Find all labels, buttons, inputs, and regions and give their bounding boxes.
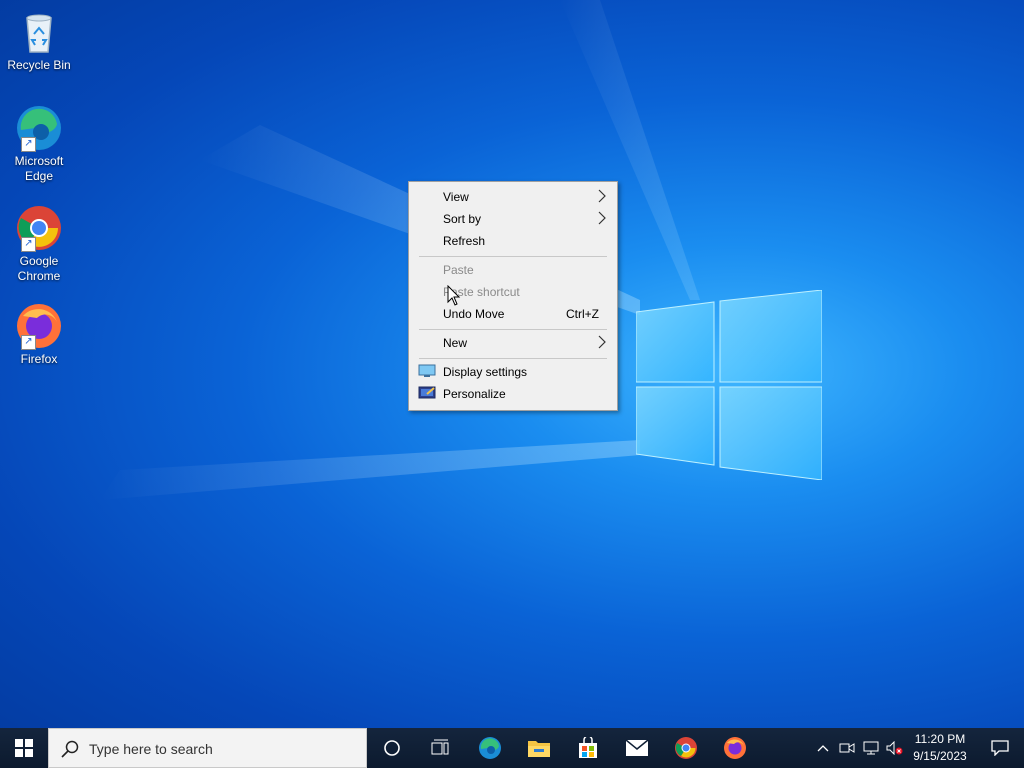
network-icon — [863, 741, 879, 755]
volume-muted-icon — [886, 741, 903, 755]
shortcut-arrow-icon: ↗ — [21, 237, 36, 252]
file-explorer-icon — [528, 741, 550, 757]
menu-item-label: Sort by — [443, 212, 482, 226]
menu-item-undo-move[interactable]: Undo Move Ctrl+Z — [411, 303, 615, 325]
menu-item-new[interactable]: New — [411, 332, 615, 354]
cortana-button[interactable] — [368, 728, 416, 768]
task-view-icon — [431, 739, 449, 755]
desktop-icon-recycle-bin[interactable]: Recycle Bin — [4, 8, 74, 73]
desktop-icon-firefox[interactable]: ↗ Firefox — [4, 302, 74, 367]
mail-icon — [625, 739, 649, 756]
taskbar-store-button[interactable] — [564, 728, 612, 768]
menu-separator — [419, 358, 607, 359]
desktop-icon-label: Microsoft Edge — [14, 154, 64, 183]
desktop-icon-edge[interactable]: ↗ Microsoft Edge — [4, 104, 74, 184]
search-placeholder: Type here to search — [89, 741, 213, 757]
menu-item-label: Undo Move — [443, 307, 505, 321]
menu-separator — [419, 329, 607, 330]
action-center-button[interactable] — [976, 728, 1024, 768]
meet-now-button[interactable] — [836, 728, 858, 768]
search-icon — [61, 740, 79, 758]
shortcut-arrow-icon: ↗ — [21, 335, 36, 350]
menu-item-display-settings[interactable]: Display settings — [411, 361, 615, 383]
windows-logo — [636, 290, 822, 480]
desktop-context-menu: View Sort by Refresh Paste Paste shortcu… — [408, 181, 618, 411]
desktop-icon-label: Firefox — [20, 352, 58, 366]
menu-item-label: Paste — [443, 263, 474, 277]
menu-item-refresh[interactable]: Refresh — [411, 230, 615, 252]
taskbar: Type here to search 11:20 PM 9/15/2023 — [0, 728, 1024, 768]
shortcut-arrow-icon: ↗ — [21, 137, 36, 152]
menu-item-sort-by[interactable]: Sort by — [411, 208, 615, 230]
taskbar-mail-button[interactable] — [613, 728, 661, 768]
volume-button[interactable] — [884, 728, 906, 768]
desktop-icon-chrome[interactable]: ↗ Google Chrome — [4, 204, 74, 284]
cortana-icon — [384, 740, 400, 756]
display-icon — [418, 364, 436, 377]
menu-item-label: Refresh — [443, 234, 486, 248]
menu-item-label: New — [443, 336, 468, 350]
menu-item-shortcut: Ctrl+Z — [566, 307, 599, 321]
menu-item-view[interactable]: View — [411, 186, 615, 208]
taskbar-file-explorer-button[interactable] — [515, 728, 563, 768]
edge-icon — [479, 737, 501, 759]
show-hidden-icons-button[interactable] — [812, 728, 834, 768]
chevron-up-icon — [817, 745, 829, 752]
menu-item-label: View — [443, 190, 469, 204]
mouse-cursor-icon — [447, 285, 461, 306]
menu-item-paste[interactable]: Paste — [411, 259, 615, 281]
search-box[interactable]: Type here to search — [48, 728, 367, 768]
taskbar-clock[interactable]: 11:20 PM 9/15/2023 — [904, 731, 976, 765]
chevron-right-icon — [598, 335, 606, 349]
taskbar-chrome-button[interactable] — [662, 728, 710, 768]
chrome-icon — [675, 737, 697, 759]
menu-item-label: Personalize — [443, 387, 506, 401]
chevron-right-icon — [598, 211, 606, 225]
desktop-icon-label: Google Chrome — [17, 254, 61, 283]
menu-separator — [419, 256, 607, 257]
personalize-icon — [418, 386, 436, 399]
menu-item-personalize[interactable]: Personalize — [411, 383, 615, 405]
desktop-icon-label: Recycle Bin — [7, 58, 71, 72]
meet-now-icon — [839, 743, 855, 753]
clock-time: 11:20 PM — [914, 732, 966, 746]
recycle-bin-icon — [26, 14, 52, 53]
windows-start-icon — [15, 739, 33, 757]
task-view-button[interactable] — [416, 728, 464, 768]
taskbar-edge-button[interactable] — [466, 728, 514, 768]
chevron-right-icon — [598, 189, 606, 203]
action-center-icon — [991, 740, 1009, 756]
taskbar-firefox-button[interactable] — [711, 728, 759, 768]
network-button[interactable] — [860, 728, 882, 768]
menu-item-paste-shortcut[interactable]: Paste shortcut — [411, 281, 615, 303]
start-button[interactable] — [0, 728, 48, 768]
clock-date: 9/15/2023 — [913, 749, 967, 763]
store-icon — [579, 737, 597, 758]
menu-item-label: Display settings — [443, 365, 528, 379]
firefox-icon — [724, 737, 746, 759]
